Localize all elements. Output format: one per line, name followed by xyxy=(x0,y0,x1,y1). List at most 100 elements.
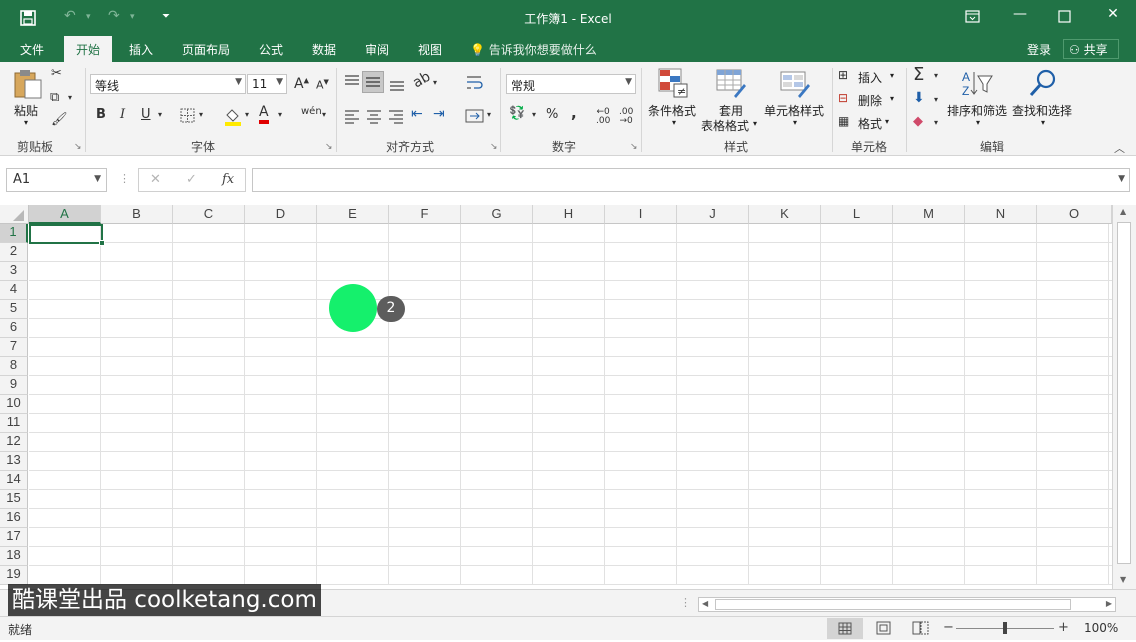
find-select-dropdown-icon[interactable]: ▾ xyxy=(1041,118,1045,127)
cell-styles-icon[interactable] xyxy=(780,68,810,98)
tab-file[interactable]: 文件 xyxy=(20,41,44,58)
shrink-font-icon[interactable]: A▼ xyxy=(316,78,329,92)
format-as-table-icon[interactable] xyxy=(716,68,746,98)
conditional-dropdown-icon[interactable]: ▾ xyxy=(672,118,676,127)
format-as-table-label-2[interactable]: 表格格式 xyxy=(701,117,749,134)
clear-icon[interactable]: ◆ xyxy=(913,114,923,129)
underline-dropdown-icon[interactable]: ▾ xyxy=(158,110,162,119)
insert-dropdown-icon[interactable]: ▾ xyxy=(890,71,894,80)
column-header[interactable]: A xyxy=(29,205,101,224)
row-header[interactable]: 19 xyxy=(0,566,28,585)
column-header[interactable]: I xyxy=(605,205,677,224)
page-break-view-icon[interactable] xyxy=(912,621,930,635)
column-header[interactable]: C xyxy=(173,205,245,224)
font-size-combo[interactable]: 11 ▼ xyxy=(247,74,287,94)
column-header[interactable]: B xyxy=(101,205,173,224)
column-header[interactable]: H xyxy=(533,205,605,224)
zoom-out-button[interactable]: − xyxy=(943,620,954,635)
copy-icon[interactable]: ⧉ xyxy=(50,90,59,105)
sort-filter-dropdown-icon[interactable]: ▾ xyxy=(976,118,980,127)
cancel-entry-icon[interactable]: ✕ xyxy=(150,172,161,187)
phonetic-dropdown-icon[interactable]: ▾ xyxy=(322,110,326,119)
column-header[interactable]: L xyxy=(821,205,893,224)
row-header[interactable]: 4 xyxy=(0,281,28,300)
font-launcher-icon[interactable]: ↘ xyxy=(325,142,333,152)
splitter-icon[interactable]: ⋮ xyxy=(680,596,691,609)
tab-view[interactable]: 视图 xyxy=(418,41,442,58)
scroll-up-icon[interactable]: ▲ xyxy=(1120,207,1126,216)
borders-dropdown-icon[interactable]: ▾ xyxy=(199,110,203,119)
tab-formulas[interactable]: 公式 xyxy=(259,41,283,58)
sort-filter-label[interactable]: 排序和筛选 xyxy=(947,102,1007,119)
align-left-icon[interactable] xyxy=(343,108,361,124)
borders-icon[interactable] xyxy=(180,108,196,124)
row-header[interactable]: 8 xyxy=(0,357,28,376)
percent-button[interactable]: % xyxy=(546,107,558,122)
confirm-entry-icon[interactable]: ✓ xyxy=(186,172,197,187)
row-header[interactable]: 1 xyxy=(0,224,28,243)
cell-styles-dropdown-icon[interactable]: ▾ xyxy=(793,118,797,127)
clear-dropdown-icon[interactable]: ▾ xyxy=(934,118,938,127)
row-header[interactable]: 7 xyxy=(0,338,28,357)
increase-indent-icon[interactable]: ⇥ xyxy=(433,106,445,122)
close-button[interactable]: ✕ xyxy=(1101,6,1125,28)
horizontal-scrollbar[interactable]: ◀ ▶ xyxy=(698,597,1116,612)
scroll-left-icon[interactable]: ◀ xyxy=(702,599,708,608)
zoom-in-button[interactable]: + xyxy=(1058,620,1069,635)
align-top-icon[interactable] xyxy=(343,74,361,90)
autosum-dropdown-icon[interactable]: ▾ xyxy=(934,71,938,80)
scroll-down-icon[interactable]: ▼ xyxy=(1120,575,1126,584)
accounting-dropdown-icon[interactable]: ▾ xyxy=(532,110,536,119)
decrease-indent-icon[interactable]: ⇤ xyxy=(411,106,423,122)
fill-dropdown-icon[interactable]: ▾ xyxy=(934,95,938,104)
zoom-slider-thumb[interactable] xyxy=(1003,622,1007,634)
collapse-ribbon-icon[interactable]: ︿ xyxy=(1114,140,1125,156)
vertical-scroll-thumb[interactable] xyxy=(1117,222,1131,564)
horizontal-scroll-thumb[interactable] xyxy=(715,599,1071,610)
row-header[interactable]: 5 xyxy=(0,300,28,319)
align-right-icon[interactable] xyxy=(387,108,405,124)
comma-button[interactable]: , xyxy=(571,104,577,122)
conditional-formatting-icon[interactable]: ≠ xyxy=(658,68,688,98)
cell-styles-label[interactable]: 单元格样式 xyxy=(764,102,824,119)
page-layout-view-icon[interactable] xyxy=(876,621,892,635)
row-header[interactable]: 6 xyxy=(0,319,28,338)
orientation-dropdown-icon[interactable]: ▾ xyxy=(433,78,437,87)
find-select-label[interactable]: 查找和选择 xyxy=(1012,102,1072,119)
column-header[interactable]: M xyxy=(893,205,965,224)
bold-button[interactable]: B xyxy=(96,107,106,122)
cut-icon[interactable]: ✂ xyxy=(51,66,62,81)
column-header[interactable]: K xyxy=(749,205,821,224)
paste-dropdown-icon[interactable]: ▾ xyxy=(24,118,28,127)
phonetic-icon[interactable]: wén xyxy=(301,106,322,117)
merge-center-icon[interactable] xyxy=(465,108,485,124)
tab-insert[interactable]: 插入 xyxy=(129,41,153,58)
share-button[interactable]: ⚇ 共享 xyxy=(1063,39,1119,59)
column-header[interactable]: E xyxy=(317,205,389,224)
format-cells-label[interactable]: 格式 xyxy=(858,115,882,132)
format-as-table-dropdown-icon[interactable]: ▾ xyxy=(753,119,757,128)
spreadsheet-grid[interactable]: ABCDEFGHIJKLMNO 1 2 3 4 5 6 7 8 9 10 11 12 13 14 15 16 1… xyxy=(0,205,1112,585)
clipboard-launcher-icon[interactable]: ↘ xyxy=(74,142,82,152)
font-name-combo[interactable]: 等线 ▼ xyxy=(90,74,246,94)
column-header[interactable]: N xyxy=(965,205,1037,224)
zoom-level[interactable]: 100% xyxy=(1084,621,1118,635)
tell-me-search[interactable]: 💡 告诉我你想要做什么 xyxy=(470,41,597,58)
format-cells-icon[interactable]: ▦ xyxy=(838,114,849,128)
insert-function-icon[interactable]: fx xyxy=(222,172,234,187)
row-header[interactable]: 13 xyxy=(0,452,28,471)
tab-home[interactable]: 开始 xyxy=(64,36,113,62)
row-header[interactable]: 16 xyxy=(0,509,28,528)
formula-input[interactable]: ▼ xyxy=(252,168,1130,192)
delete-cells-icon[interactable]: ⊟ xyxy=(838,91,848,105)
select-all-corner[interactable] xyxy=(0,205,29,224)
row-header[interactable]: 3 xyxy=(0,262,28,281)
active-cell[interactable] xyxy=(29,224,105,246)
tab-data[interactable]: 数据 xyxy=(312,41,336,58)
fill-icon[interactable]: ⬇ xyxy=(913,90,925,106)
font-color-icon[interactable]: A xyxy=(259,104,269,124)
delete-cells-label[interactable]: 删除 xyxy=(858,92,882,109)
decrease-decimal-icon[interactable]: .00 →0 xyxy=(619,108,633,126)
number-format-combo[interactable]: 常规 ▼ xyxy=(506,74,636,94)
column-header[interactable]: G xyxy=(461,205,533,224)
